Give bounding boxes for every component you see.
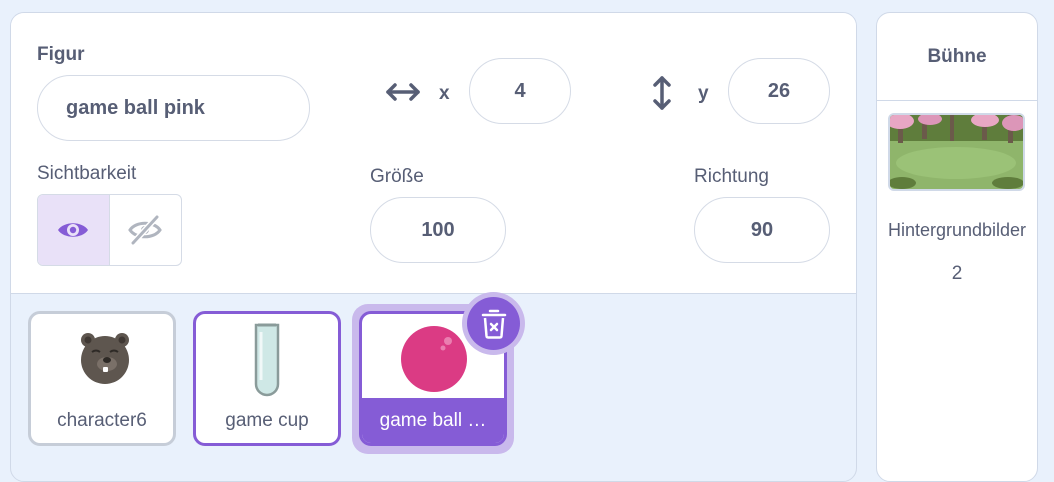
y-position-input[interactable]: 26 [728, 58, 830, 124]
test-tube-icon [254, 323, 280, 397]
visibility-label: Sichtbarkeit [37, 163, 137, 184]
stage-pane: Bühne Hintergrundbilder 2 [876, 12, 1038, 482]
size-input[interactable]: 100 [370, 197, 506, 263]
x-position-value: 4 [514, 79, 526, 102]
visibility-toggle-group [37, 194, 182, 266]
trash-icon [481, 309, 506, 339]
sprite-label: Figur [37, 44, 85, 65]
size-value: 100 [421, 218, 455, 241]
sprite-tile-name: game ball … [362, 398, 504, 443]
direction-value: 90 [750, 218, 774, 241]
sprite-tile-game-cup[interactable]: game cup [193, 311, 341, 446]
sprite-tile-name: game cup [225, 409, 309, 431]
backdrops-label: Hintergrundbilder [887, 220, 1027, 240]
bear-character-icon [81, 333, 129, 384]
eye-slash-icon [128, 215, 163, 245]
show-sprite-button[interactable] [38, 195, 110, 265]
direction-input[interactable]: 90 [694, 197, 830, 263]
backdrops-count: 2 [951, 263, 963, 284]
eye-icon [58, 223, 89, 237]
sprite-name-input[interactable]: game ball pink [37, 75, 310, 141]
sprite-tile-name: character6 [57, 409, 147, 431]
sprite-tile-character6[interactable]: character6 [28, 311, 176, 446]
direction-label: Richtung [694, 166, 769, 187]
size-label: Größe [370, 166, 424, 187]
backdrop-forest-image [890, 115, 1023, 189]
horizontal-arrow-icon [386, 83, 420, 101]
sprite-info-panel: Figur game ball pink x 4 y 26 Sichtbarke… [11, 13, 856, 294]
vertical-arrow-icon [653, 76, 671, 110]
hide-sprite-button[interactable] [110, 195, 182, 265]
stage-title: Bühne [877, 13, 1037, 101]
y-position-value: 26 [767, 79, 791, 102]
y-label: y [698, 83, 709, 104]
stage-thumbnail[interactable] [888, 113, 1025, 191]
x-label: x [439, 83, 450, 104]
sprite-name-value: game ball pink [66, 96, 205, 119]
pink-ball-icon [401, 326, 467, 392]
x-position-input[interactable]: 4 [469, 58, 571, 124]
delete-sprite-button[interactable] [467, 297, 520, 350]
